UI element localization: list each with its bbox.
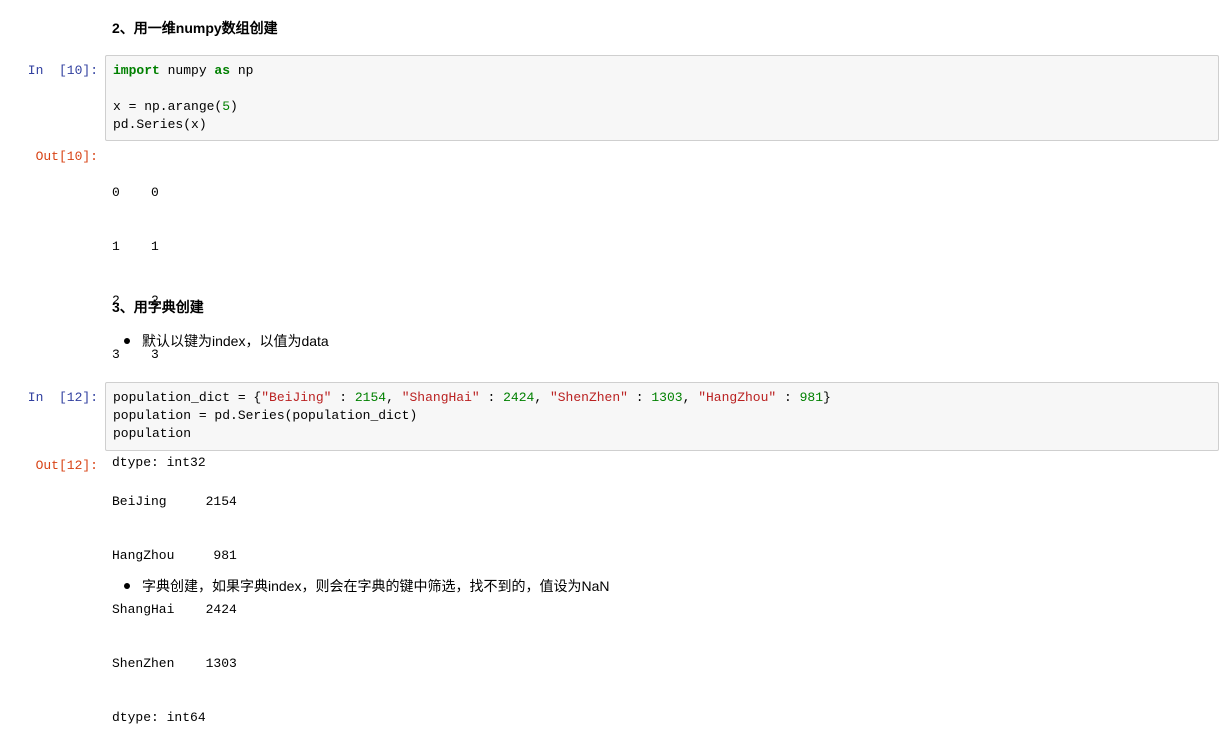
code-line: x = np.arange(5) <box>113 98 1211 116</box>
code-text: } <box>823 390 831 405</box>
code-text: np <box>230 63 254 78</box>
keyword: as <box>214 63 231 78</box>
code-line: population_dict = {"BeiJing" : 2154, "Sh… <box>113 389 1211 407</box>
number: 5 <box>222 99 231 114</box>
string: "ShenZhen" <box>549 390 628 405</box>
code-line: import numpy as np <box>113 62 1211 80</box>
output-line: BeiJing 2154 <box>112 494 237 509</box>
code-text: , <box>534 390 550 405</box>
output-line: ShangHai 2424 <box>112 602 237 617</box>
code-cell-10[interactable]: import numpy as np x = np.arange(5) pd.S… <box>105 55 1219 141</box>
number: 2424 <box>503 390 535 405</box>
output-line: 1 1 <box>112 239 159 254</box>
output-line: dtype: int64 <box>112 710 206 725</box>
markdown-heading-numpy: 2、用一维numpy数组创建 <box>112 20 278 36</box>
markdown-heading-dict: 3、用字典创建 <box>112 299 204 315</box>
output-line: 0 0 <box>112 185 159 200</box>
code-text: : <box>331 390 355 405</box>
bullet-item: 默认以键为index，以值为data <box>124 331 329 351</box>
code-line: population <box>113 426 192 441</box>
number: 981 <box>799 390 824 405</box>
number: 1303 <box>651 390 683 405</box>
number: 2154 <box>354 390 387 405</box>
code-text: population_dict = { <box>113 390 262 405</box>
code-text: : <box>776 390 800 405</box>
code-text: , <box>682 390 699 405</box>
output-prompt-12: Out[12]: <box>35 458 98 473</box>
code-text: ) <box>230 99 238 114</box>
code-line: pd.Series(x) <box>113 117 207 132</box>
output-line: ShenZhen 1303 <box>112 656 237 671</box>
string: "BeiJing" <box>261 390 332 405</box>
input-prompt-10: In [10]: <box>27 63 98 78</box>
string: "ShangHai" <box>401 390 480 405</box>
code-line: population = pd.Series(population_dict) <box>113 408 418 423</box>
code-text: numpy <box>159 63 215 78</box>
output-area-12: BeiJing 2154 HangZhou 981 ShangHai 2424 … <box>112 457 237 745</box>
keyword: import <box>113 63 160 78</box>
code-text: : <box>479 390 504 405</box>
code-text: , <box>386 390 402 405</box>
code-cell-12[interactable]: population_dict = {"BeiJing" : 2154, "Sh… <box>105 382 1219 451</box>
code-text: x = np.arange( <box>113 99 223 114</box>
code-text: : <box>627 390 652 405</box>
string: "HangZhou" <box>698 390 777 405</box>
output-prompt-10: Out[10]: <box>35 149 98 164</box>
bullet-item: 字典创建，如果字典index，则会在字典的键中筛选，找不到的，值设为NaN <box>124 576 609 596</box>
input-prompt-12: In [12]: <box>27 390 98 405</box>
output-line: HangZhou 981 <box>112 548 237 563</box>
